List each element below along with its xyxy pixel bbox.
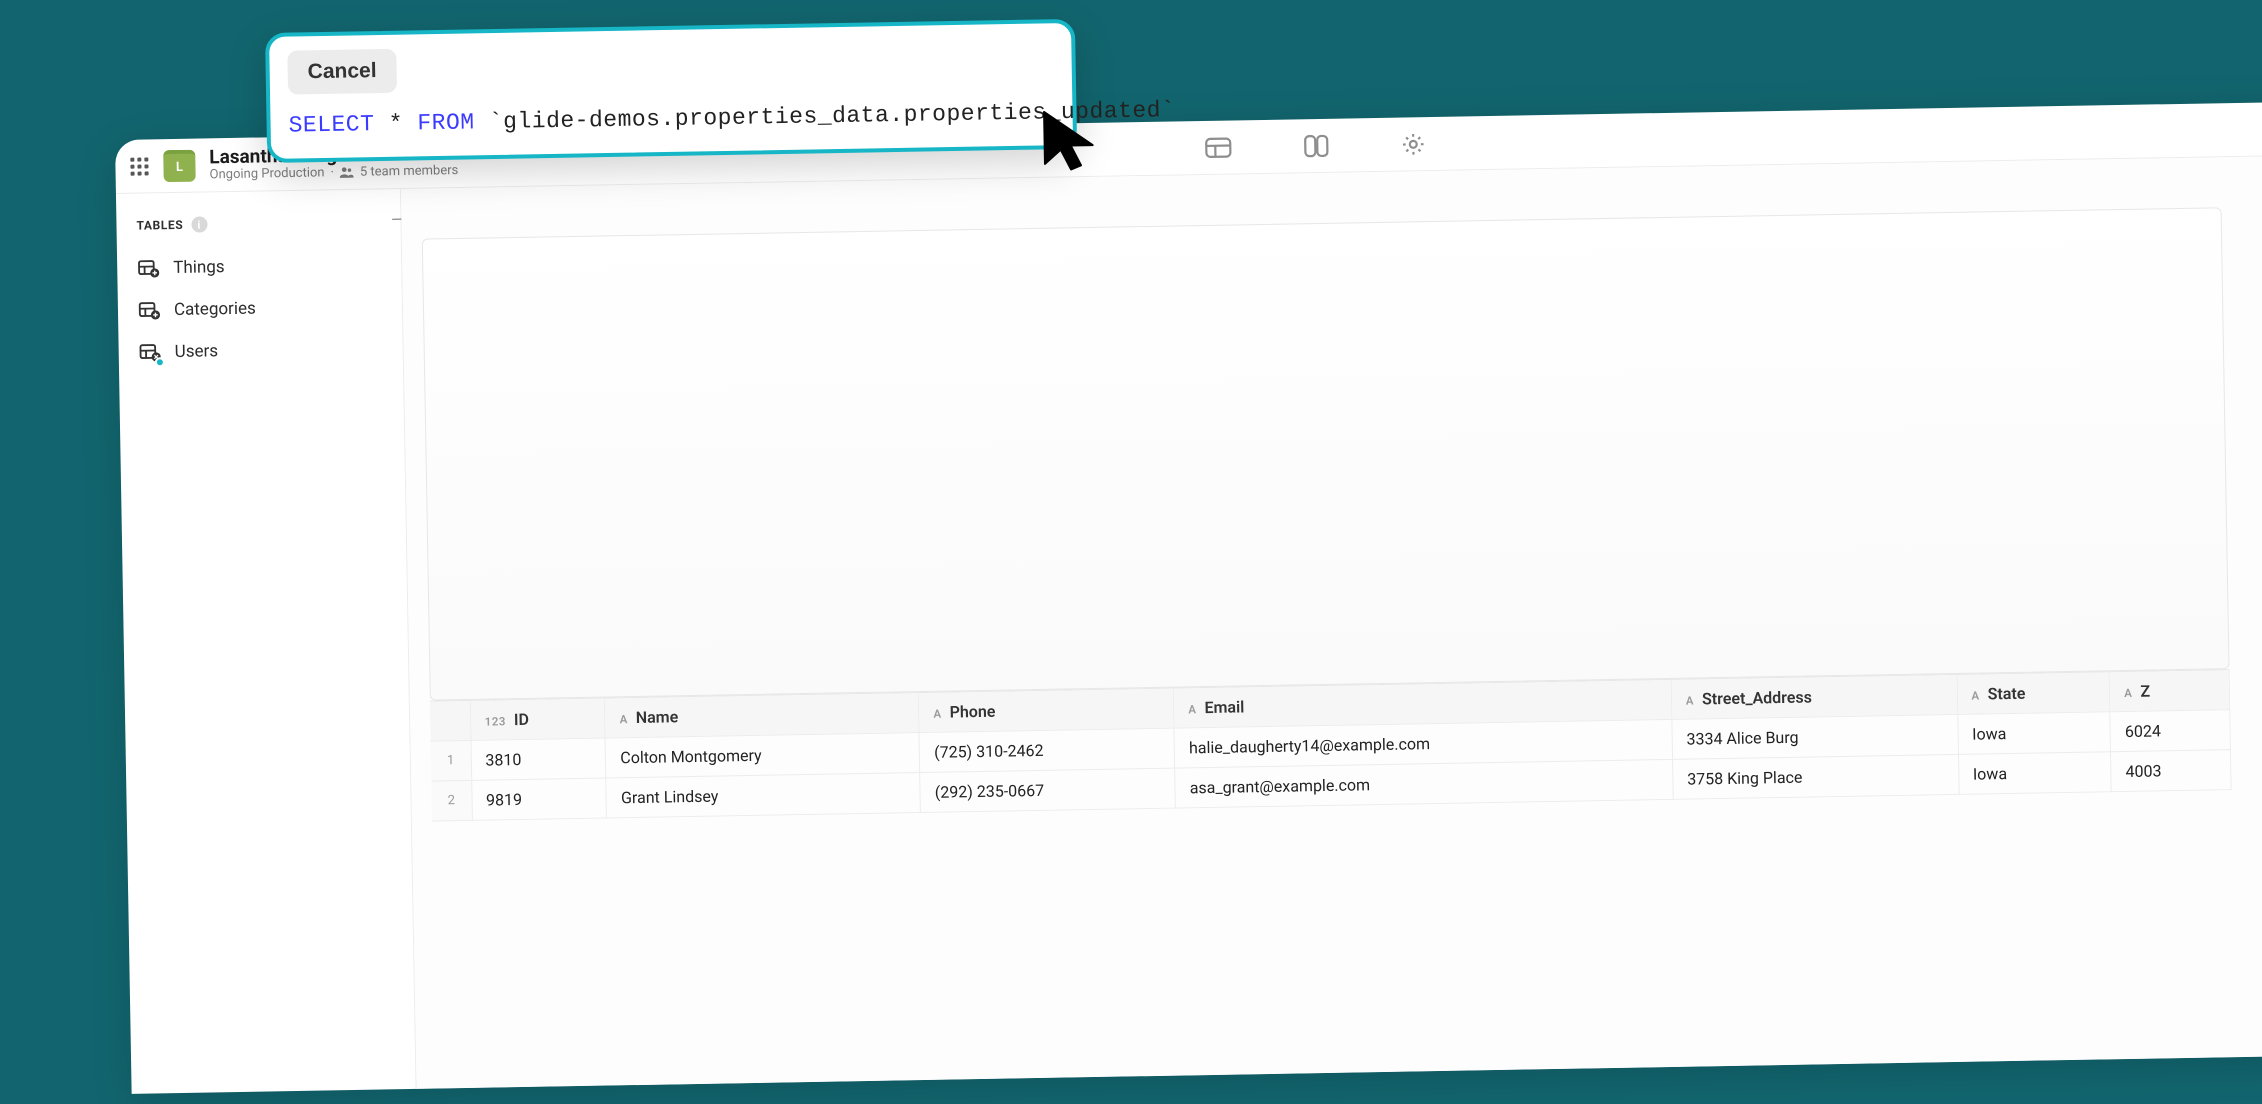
tab-data-icon[interactable] — [1204, 135, 1232, 159]
cell[interactable]: 9819 — [471, 778, 607, 820]
sidebar-item-label: Categories — [174, 299, 256, 320]
column-header-name[interactable]: AName — [605, 693, 920, 738]
sql-keyword-select: SELECT — [288, 111, 374, 138]
cell[interactable]: Colton Montgomery — [605, 733, 920, 778]
sidebar-item-label: Users — [175, 341, 219, 362]
tables-heading: TABLES i — [128, 209, 389, 248]
cell[interactable]: 3810 — [471, 738, 607, 780]
tables-heading-label: TABLES — [136, 218, 183, 233]
cell[interactable]: 3758 King Place — [1672, 754, 1958, 799]
cell[interactable]: 4003 — [2111, 750, 2231, 792]
top-tabs — [1204, 131, 1426, 161]
column-header-id[interactable]: 123ID — [470, 699, 606, 741]
avatar[interactable]: L — [163, 149, 196, 182]
sql-input[interactable]: SELECT * FROM `glide-demos.properties_da… — [288, 99, 1054, 138]
people-icon — [340, 165, 354, 181]
info-icon[interactable]: i — [191, 216, 207, 232]
column-header-street-address[interactable]: AStreet_Address — [1671, 675, 1957, 719]
column-header-phone[interactable]: APhone — [919, 689, 1175, 733]
sql-keyword-from: FROM — [417, 109, 475, 136]
cell[interactable]: Iowa — [1958, 752, 2111, 795]
column-header-z[interactable]: AZ — [2109, 670, 2229, 712]
cursor-icon — [1040, 107, 1107, 182]
main-area: 123ID AName APhone AEmail AStreet_Addres… — [401, 152, 2262, 1089]
rownum-header — [430, 701, 471, 741]
sidebar-item-categories[interactable]: Categories — [130, 285, 391, 332]
sql-query-popup: Cancel SELECT * FROM `glide-demos.proper… — [265, 19, 1077, 163]
tab-settings-icon[interactable] — [1400, 131, 1426, 157]
apps-grid-icon[interactable] — [129, 156, 149, 176]
status-text: Ongoing Production — [210, 166, 325, 183]
members-count: 5 team members — [360, 164, 459, 181]
cell[interactable]: Grant Lindsey — [606, 773, 921, 818]
cell[interactable]: Iowa — [1957, 712, 2110, 755]
tab-layout-icon[interactable] — [1302, 132, 1330, 158]
sidebar-item-things[interactable]: Things — [129, 243, 390, 290]
page-subtitle: Ongoing Production · 5 team members — [210, 164, 459, 184]
sql-star: * — [389, 111, 404, 137]
table-add-icon — [138, 299, 160, 321]
preview-panel — [422, 207, 2230, 700]
table-add-icon — [137, 257, 159, 279]
cell[interactable]: (725) 310-2462 — [919, 728, 1175, 772]
sidebar-item-users[interactable]: Users — [130, 327, 391, 374]
row-number: 1 — [431, 740, 472, 781]
cell[interactable]: (292) 235-0667 — [920, 768, 1176, 812]
cell[interactable]: asa_grant@example.com — [1175, 759, 1673, 808]
app-window: L Lasantha's Page Ongoing Production · 5… — [115, 98, 2262, 1094]
row-number: 2 — [431, 780, 472, 821]
sidebar: TABLES i – Things Categories — [116, 189, 417, 1094]
cell[interactable]: 3334 Alice Burg — [1672, 714, 1958, 759]
cancel-button[interactable]: Cancel — [287, 49, 397, 95]
sidebar-item-label: Things — [173, 257, 225, 278]
cell[interactable]: 6024 — [2110, 710, 2230, 752]
column-header-state[interactable]: AState — [1957, 672, 2110, 714]
sync-indicator-icon — [155, 357, 165, 367]
avatar-letter: L — [176, 160, 183, 175]
